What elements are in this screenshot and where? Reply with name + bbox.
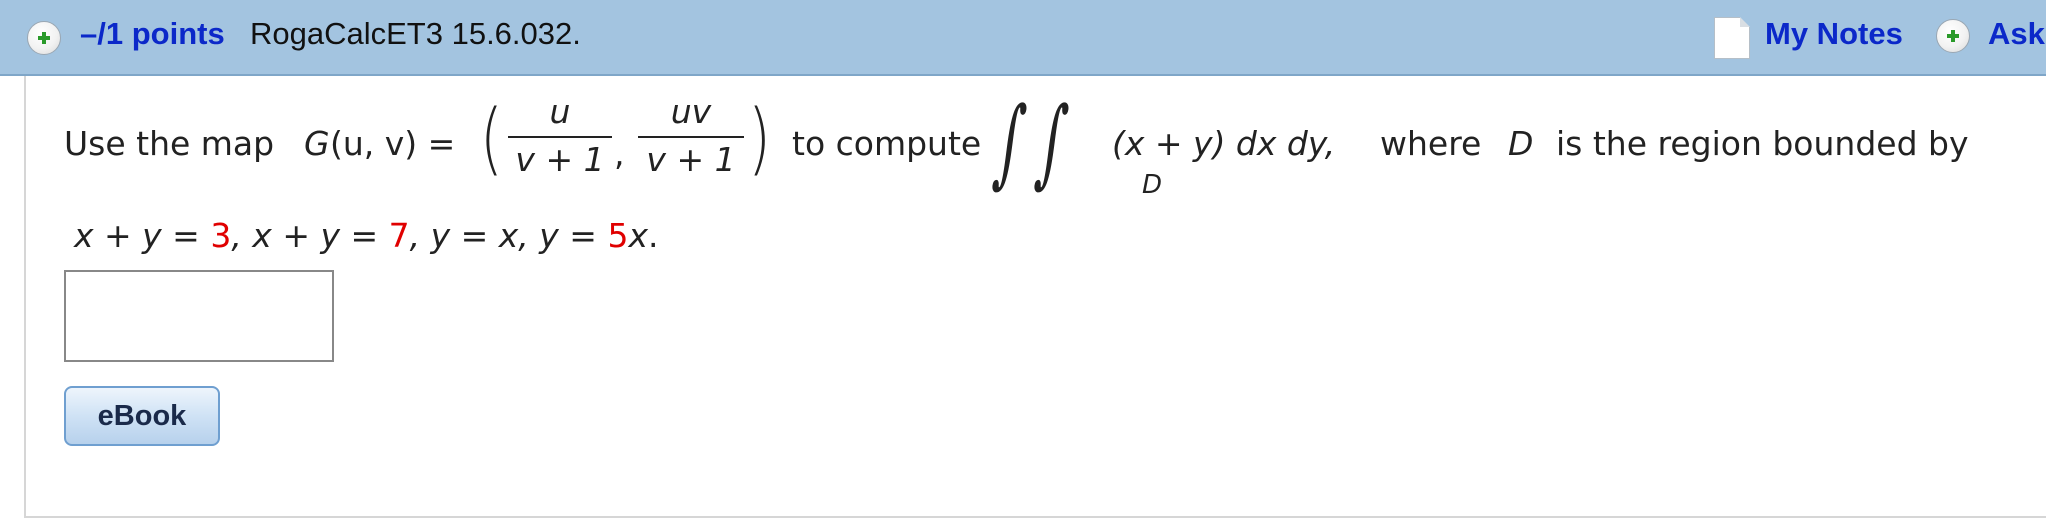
my-notes-link[interactable]: My Notes [1765,16,1903,52]
right-paren: ) [748,94,771,184]
integrand: (x + y) dx dy, [1112,124,1336,163]
question-header: –/1 points RogaCalcET3 15.6.032. My Note… [0,0,2046,76]
map-name: G [304,124,330,163]
bound-1-lhs: x + y = [74,216,211,255]
fraction-2-denominator: v + 1 [646,140,736,179]
fraction-1-denominator: v + 1 [515,140,605,179]
question-text-line2: x + y = 3, x + y = 7, y = x, y = 5x. [74,216,658,255]
fraction-1-bar [508,136,612,138]
left-paren: ( [480,94,503,184]
bounded-text: is the region bounded by [1556,124,1969,163]
ebook-button[interactable]: eBook [64,386,220,446]
bound-2-lhs: , x + y = [231,216,389,255]
bound-1-value: 3 [210,216,232,255]
bound-2-value: 7 [388,216,410,255]
bound-3: , y = x, y = [409,216,608,255]
bound-4-tail: x [628,216,648,255]
integral-region-subscript: D [1142,170,1163,200]
ask-plus-icon[interactable] [1936,19,1970,53]
map-args: (u, v) = [330,124,456,163]
points-label: –/1 points [80,16,225,51]
fraction-2-bar [638,136,744,138]
to-compute-text: to compute [792,124,982,163]
period: . [647,216,659,255]
document-icon[interactable] [1714,17,1750,59]
answer-input[interactable] [64,270,334,362]
where-text: where [1380,124,1482,163]
fraction-1: u v + 1 [508,92,612,180]
intro-text: Use the map [64,124,275,163]
problem-id: RogaCalcET3 15.6.032. [250,16,581,51]
ask-link[interactable]: Ask [1988,16,2045,52]
expand-plus-icon[interactable] [27,21,61,55]
bound-4-value: 5 [607,216,629,255]
fraction-1-numerator: u [549,92,571,131]
fraction-2: uv v + 1 [638,92,744,180]
fraction-comma: , [614,134,625,173]
fraction-2-numerator: uv [670,92,712,131]
region-name: D [1508,124,1534,163]
